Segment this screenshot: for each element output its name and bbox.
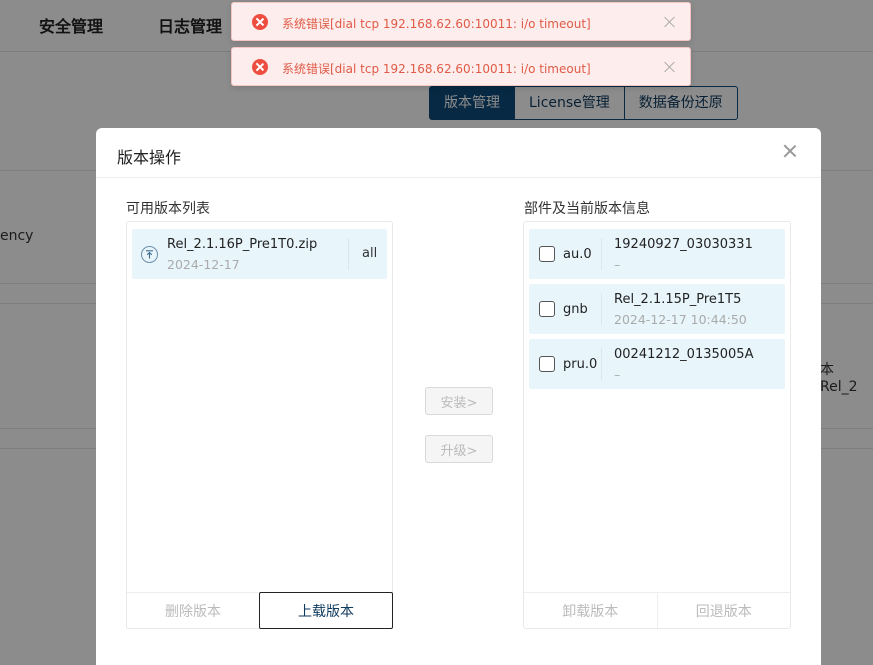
available-versions-panel: Rel_2.1.16P_Pre1T0.zip 2024-12-17 all 删除… [126, 221, 393, 629]
available-versions-footer: 删除版本 上载版本 [127, 592, 393, 629]
component-install-time: – [614, 367, 621, 382]
component-install-time: – [614, 257, 621, 272]
error-toast: 系统错误[dial tcp 192.168.62.60:10011: i/o t… [231, 2, 691, 41]
available-versions-label: 可用版本列表 [126, 201, 210, 217]
error-message: 系统错误[dial tcp 192.168.62.60:10011: i/o t… [282, 17, 591, 31]
dialog-title: 版本操作 [117, 148, 182, 167]
components-info-label: 部件及当前版本信息 [524, 201, 650, 217]
component-version: 00241212_0135005A [614, 347, 754, 362]
error-toast: 系统错误[dial tcp 192.168.62.60:10011: i/o t… [231, 47, 691, 86]
components-panel: au.0 19240927_03030331 – gnb Rel_2.1.15P… [523, 221, 791, 629]
component-checkbox[interactable] [539, 356, 555, 372]
delete-version-button[interactable]: 删除版本 [127, 593, 259, 628]
component-name: au.0 [563, 247, 592, 262]
version-date: 2024-12-17 [167, 257, 240, 272]
version-operation-dialog: 版本操作 可用版本列表 部件及当前版本信息 Rel_2.1.16P_Pre1T0… [96, 128, 821, 665]
version-scope-tag: all [362, 246, 378, 261]
component-name: pru.0 [563, 357, 598, 372]
component-install-time: 2024-12-17 10:44:50 [614, 312, 747, 327]
error-icon [252, 14, 268, 30]
components-footer: 卸载版本 回退版本 [524, 592, 790, 628]
list-item[interactable]: Rel_2.1.16P_Pre1T0.zip 2024-12-17 all [132, 229, 387, 279]
component-name: gnb [563, 302, 588, 317]
list-item[interactable]: au.0 19240927_03030331 – [529, 229, 785, 279]
divider [601, 348, 602, 380]
upload-version-button[interactable]: 上载版本 [259, 592, 393, 629]
component-version: Rel_2.1.15P_Pre1T5 [614, 292, 742, 307]
error-icon [252, 59, 268, 75]
uninstall-version-button[interactable]: 卸载版本 [524, 593, 657, 628]
divider [601, 293, 602, 325]
version-file-name: Rel_2.1.16P_Pre1T0.zip [167, 237, 318, 252]
close-icon[interactable] [664, 61, 676, 73]
list-item[interactable]: gnb Rel_2.1.15P_Pre1T5 2024-12-17 10:44:… [529, 284, 785, 334]
upgrade-button[interactable]: 升级> [425, 435, 493, 463]
close-icon[interactable] [664, 16, 676, 28]
divider [601, 238, 602, 270]
install-button[interactable]: 安装> [425, 387, 493, 415]
close-icon[interactable] [783, 144, 797, 158]
error-message: 系统错误[dial tcp 192.168.62.60:10011: i/o t… [282, 62, 591, 76]
dialog-header: 版本操作 [96, 128, 821, 178]
upload-file-icon [141, 246, 158, 263]
rollback-version-button[interactable]: 回退版本 [658, 593, 791, 628]
component-version: 19240927_03030331 [614, 237, 753, 252]
component-checkbox[interactable] [539, 246, 555, 262]
divider [348, 238, 349, 270]
component-checkbox[interactable] [539, 301, 555, 317]
list-item[interactable]: pru.0 00241212_0135005A – [529, 339, 785, 389]
